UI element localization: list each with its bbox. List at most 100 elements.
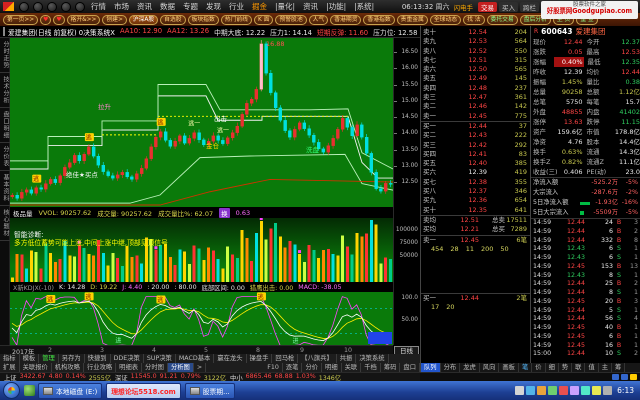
toolbar-pill[interactable]: 格开&>>	[67, 15, 101, 25]
toolbar-pill[interactable]: 热门前线	[221, 15, 252, 25]
tab-模板[interactable]: 模板	[20, 354, 40, 363]
tab-快捷到[interactable]: 快捷到	[85, 354, 111, 363]
order-book-row[interactable]: 卖二12.46142	[421, 102, 530, 111]
menu-item[interactable]: 发现	[202, 1, 225, 12]
right-tab-分布[interactable]: 分布	[441, 363, 461, 372]
volume-chart[interactable]	[10, 218, 393, 282]
tray-icon[interactable]	[548, 386, 557, 395]
tab-赢在龙头[interactable]: 赢在龙头	[214, 354, 246, 363]
menu-item[interactable]: 行业	[225, 1, 248, 12]
tab-盘口[interactable]: 盘口	[400, 363, 420, 372]
tab-管理[interactable]: 管理	[39, 354, 59, 363]
toolbar-pill[interactable]: 全球动态	[430, 15, 461, 25]
toolbar-pill[interactable]: 找 法	[463, 15, 484, 25]
task-button[interactable]: 本地磁盘 (E:)	[38, 383, 102, 399]
window-button-icon[interactable]	[75, 2, 85, 12]
tab-指标[interactable]: 指标	[0, 354, 20, 363]
order-book-row[interactable]: 买九12.36654	[421, 196, 530, 205]
toolbar-pill[interactable]: 第一页>>	[3, 15, 38, 25]
window-button-icon[interactable]	[47, 2, 57, 12]
order-book-row[interactable]: 买八12.37346	[421, 187, 530, 196]
tray-icon[interactable]	[537, 386, 546, 395]
tab-明细表[interactable]: 明细表	[116, 363, 142, 372]
order-book-row[interactable]: 买二12.43222	[421, 131, 530, 140]
menu-item[interactable]: 行情	[87, 1, 110, 12]
left-tab-基本资料[interactable]: 基本资料	[0, 171, 10, 206]
order-book-row[interactable]: 卖一12.45775	[421, 112, 530, 121]
right-tab-笔[interactable]: 笔	[519, 363, 532, 372]
order-book-row[interactable]: 卖七12.51315	[421, 56, 530, 65]
menu-item[interactable]: |功能|	[322, 1, 350, 12]
tab-决策系统[interactable]: 决策系统	[356, 354, 388, 363]
favorite-heart-button[interactable]: ♥	[53, 15, 64, 25]
toolbar-pill[interactable]: K 面	[254, 15, 273, 25]
tab-共振[interactable]: 共振	[337, 354, 357, 363]
tab-筹码[interactable]: 筹码	[381, 363, 401, 372]
menu-item[interactable]: 数据	[156, 1, 179, 12]
order-book-row[interactable]: 卖四12.48237	[421, 84, 530, 93]
order-book-row[interactable]: 卖三12.47361	[421, 93, 530, 102]
panel-button-icon[interactable]	[612, 374, 619, 380]
left-tab-盘口明细[interactable]: 盘口明细	[0, 108, 10, 143]
order-book-row[interactable]: 买一12.4437	[421, 122, 530, 131]
tab-千档[interactable]: 千档	[361, 363, 381, 372]
order-book-row[interactable]: 卖六12.50565	[421, 65, 530, 74]
tab-明细[interactable]: 明细	[322, 363, 342, 372]
tab-行业攻略[interactable]: 行业攻略	[84, 363, 116, 372]
right-tab-龙虎[interactable]: 龙虎	[460, 363, 480, 372]
right-tab-筹[interactable]: 筹	[612, 363, 625, 372]
right-tab-队列[interactable]: 队列	[421, 363, 441, 372]
dark-button[interactable]: 跨栏	[520, 2, 539, 12]
order-book-row[interactable]: 买五12.40385	[421, 159, 530, 168]
tab-分价[interactable]: 分价	[302, 363, 322, 372]
kline-chart[interactable]: 逃逃逃逃一逃一拉升绝佳★买点金仓出击洗盘16.8812.22	[10, 38, 393, 207]
right-tab-值[interactable]: 值	[585, 363, 598, 372]
tab-另存为[interactable]: 另存为	[59, 354, 85, 363]
toolbar-pill[interactable]: 沪深A股	[129, 15, 158, 25]
tray-icon[interactable]	[581, 386, 590, 395]
toolbar-pill[interactable]: 香港指数	[363, 15, 394, 25]
menu-item[interactable]: |系统|	[350, 1, 378, 12]
panel-button-icon[interactable]	[621, 374, 628, 380]
tab-逐笔[interactable]: 逐笔	[283, 363, 303, 372]
trade-button[interactable]: 交易	[478, 2, 497, 12]
right-tab-价[interactable]: 价	[532, 363, 545, 372]
toolbar-pill[interactable]: 刨建>	[102, 15, 126, 25]
window-button-icon[interactable]	[19, 2, 29, 12]
flash-button[interactable]: 闪电手	[451, 2, 477, 12]
tab-分时图[interactable]: 分时图	[142, 363, 168, 372]
start-button[interactable]	[3, 382, 20, 399]
window-button-icon[interactable]	[33, 2, 43, 12]
right-tab-风向[interactable]: 风向	[480, 363, 500, 372]
right-tab-联[interactable]: 联	[572, 363, 585, 372]
menu-item[interactable]: 专题	[179, 1, 202, 12]
tab-分析图[interactable]: 分析图	[168, 363, 194, 372]
tab-F10[interactable]: F10	[264, 363, 283, 372]
tab->[interactable]: >	[194, 363, 206, 372]
order-book-row[interactable]: 买六12.39419	[421, 168, 530, 177]
tab-扩展[interactable]: 扩展	[0, 363, 20, 372]
toolbar-pill[interactable]: 贵重金属	[397, 15, 428, 25]
tab-关联[interactable]: 关联	[342, 363, 362, 372]
tray-icon[interactable]	[515, 386, 524, 395]
right-tab-主[interactable]: 主	[599, 363, 612, 372]
right-tab-势[interactable]: 势	[559, 363, 572, 372]
tab-【八旗兵】[interactable]: 【八旗兵】	[298, 354, 336, 363]
tab-关联报价[interactable]: 关联报价	[20, 363, 52, 372]
tab-SUP决策[interactable]: SUP决策	[144, 354, 176, 363]
window-button-icon[interactable]	[61, 2, 71, 12]
menu-item[interactable]: 市场	[110, 1, 133, 12]
menu-item[interactable]: 资讯	[299, 1, 322, 12]
tray-icon[interactable]	[570, 386, 579, 395]
tab-机构攻略[interactable]: 机构攻略	[52, 363, 84, 372]
toolbar-pill[interactable]: 香港期货	[330, 15, 361, 25]
quick-launch-icon[interactable]	[24, 385, 35, 396]
order-book-row[interactable]: 买三12.42292	[421, 141, 530, 150]
tab-DDE决策[interactable]: DDE决策	[111, 354, 144, 363]
left-tab-分时走势[interactable]: 分时走势	[0, 38, 10, 73]
order-book-row[interactable]: 卖八12.52550	[421, 47, 530, 56]
menu-item[interactable]: |量化|	[271, 1, 299, 12]
order-book-row[interactable]: 买七12.38355	[421, 178, 530, 187]
kdj-chart[interactable]: 逃逃进逃逃进进	[10, 292, 393, 345]
order-book-row[interactable]: 卖十12.54204	[421, 28, 530, 37]
